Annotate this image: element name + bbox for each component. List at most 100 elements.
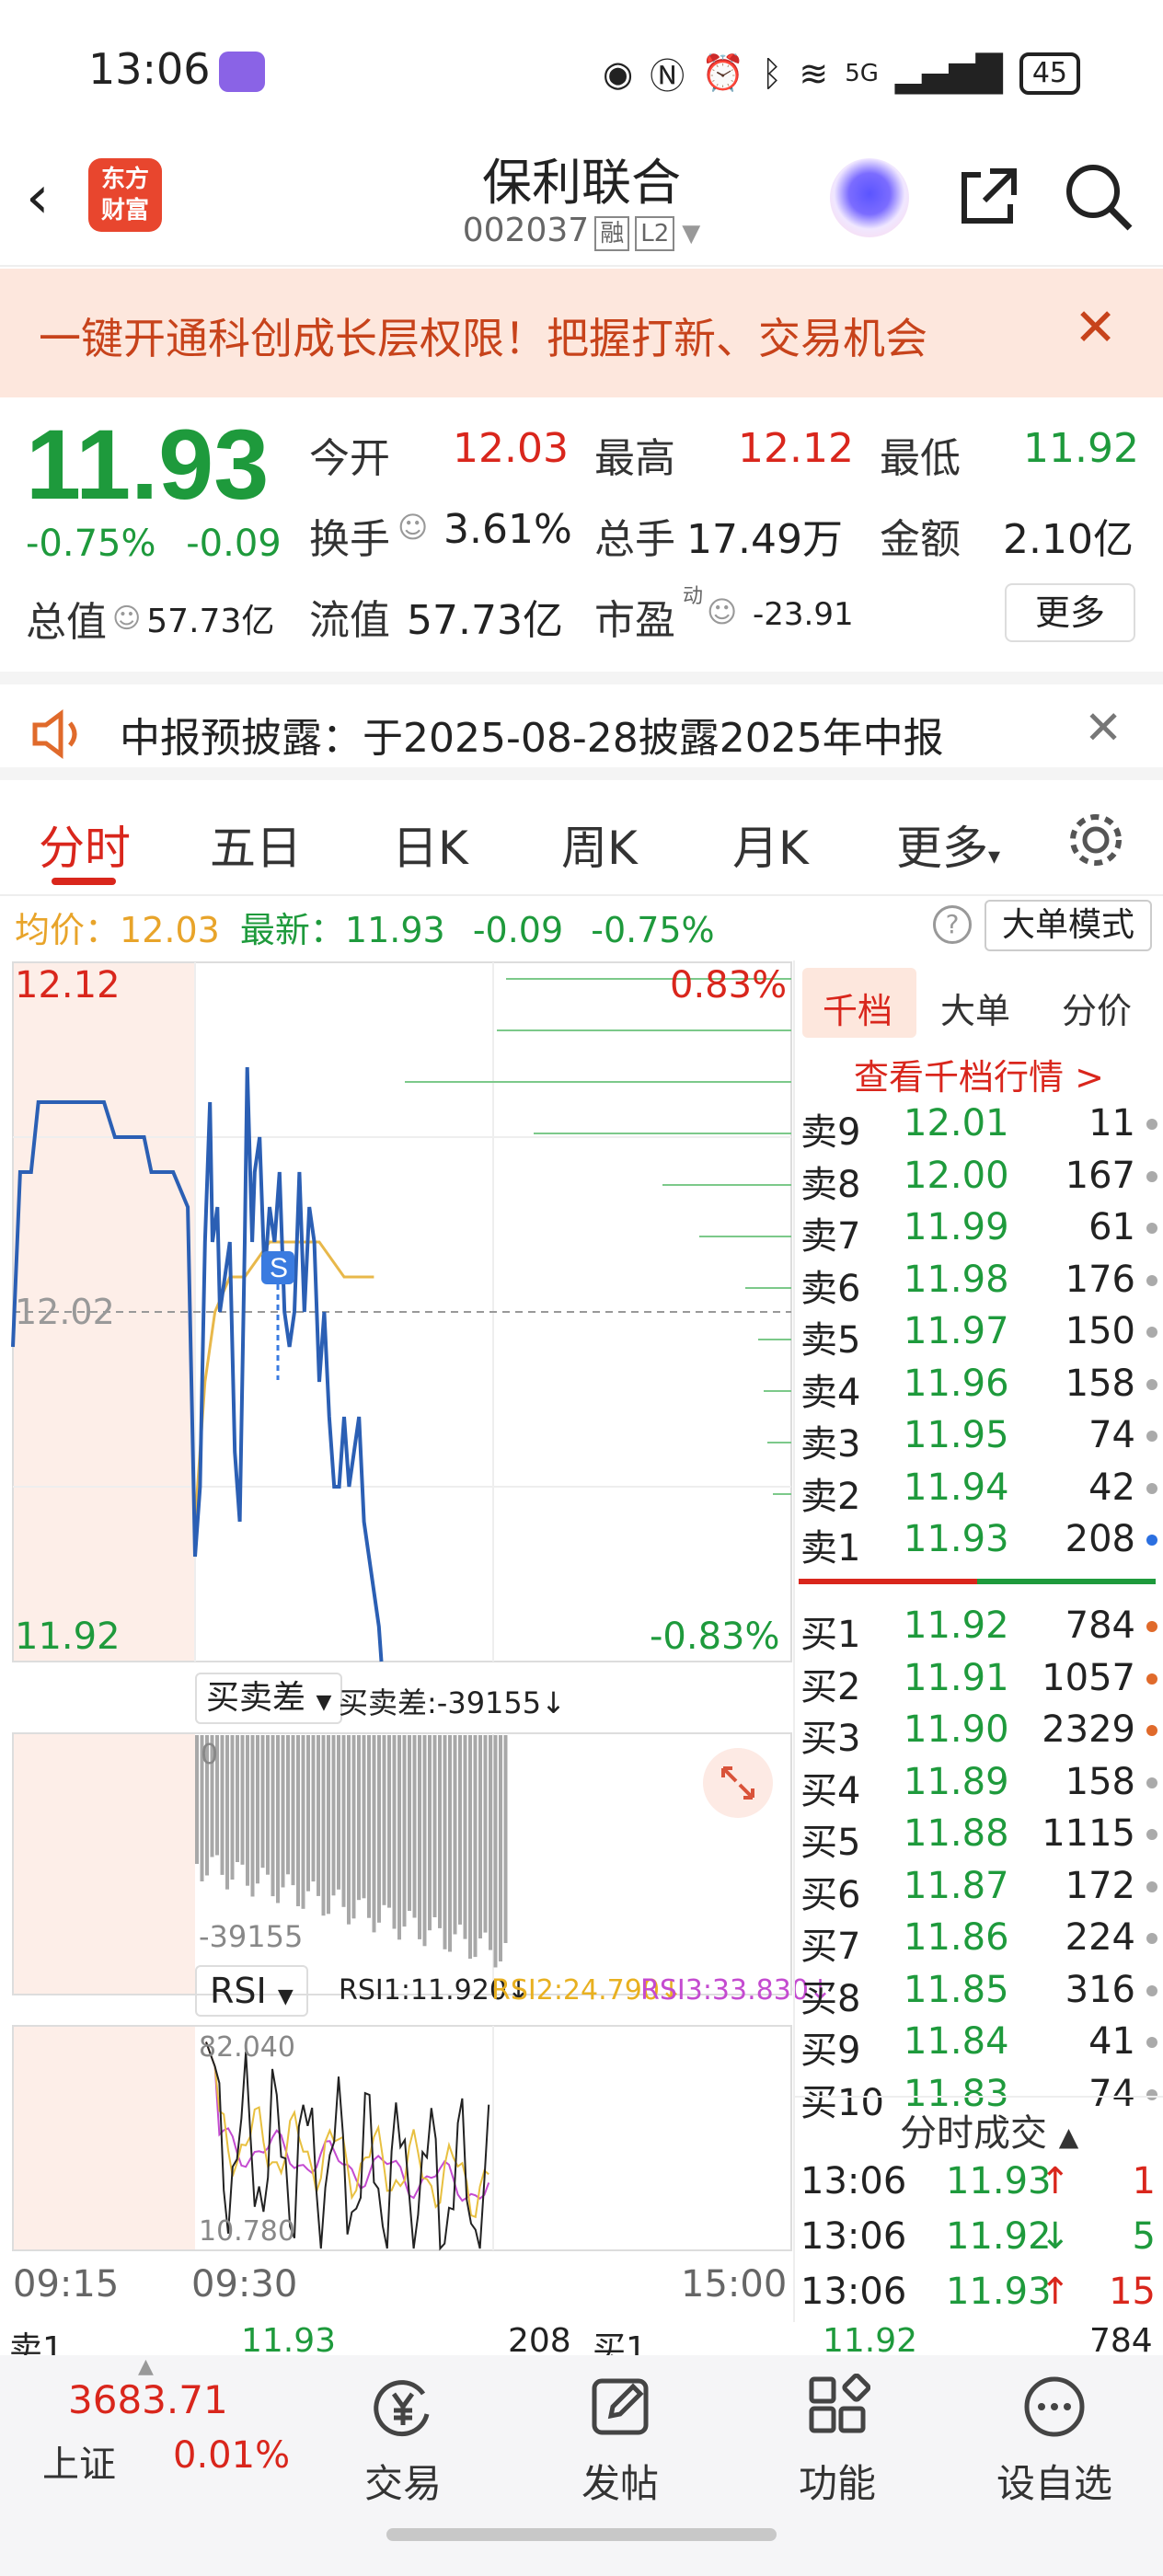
trades-header[interactable]: 分时成交 ▲ [900, 2103, 1078, 2156]
pe-value: -23.91 [753, 596, 854, 633]
bid-row[interactable]: 买8 11.85 316 [800, 1969, 1161, 2020]
tab-more[interactable]: 更多▾ [896, 811, 1000, 878]
ask-row[interactable]: 卖8 12.00 167 [800, 1155, 1161, 1206]
banner-text: 一键开通科创成长层权限！把握打新、交易机会 [39, 314, 927, 363]
tab-monthly-k[interactable]: 月K [732, 811, 809, 878]
nav-watchlist-label: 设自选 [996, 2461, 1112, 2506]
active-tab-indicator [52, 878, 116, 885]
current-price: 11.93 [26, 408, 270, 520]
info-icon[interactable]: ☺ [707, 594, 737, 629]
ask-volume: 150 [1065, 1310, 1135, 1352]
diff-bar [468, 1735, 472, 1959]
tab-daily-k[interactable]: 日K [392, 811, 468, 878]
bid-row[interactable]: 买2 11.91 1057 [800, 1657, 1161, 1708]
info-icon[interactable]: ☺ [112, 603, 141, 635]
alarm-icon: ⏰ [701, 52, 745, 93]
ask-level-label: 卖6 [800, 1267, 861, 1310]
bid-row[interactable]: 买7 11.86 224 [800, 1916, 1161, 1968]
gear-icon[interactable] [1065, 810, 1126, 870]
bid-row[interactable]: 买3 11.90 2329 [800, 1708, 1161, 1760]
diff-bar [499, 1735, 502, 1961]
diff-bar [296, 1735, 300, 1906]
ask-row[interactable]: 卖5 11.97 150 [800, 1310, 1161, 1362]
ask-row[interactable]: 卖1 11.93 208 [800, 1518, 1161, 1570]
more-button[interactable]: 更多 [1005, 583, 1135, 642]
diff-bar [351, 1735, 356, 1919]
order-dot-icon [1146, 1829, 1157, 1840]
bid-volume: 2329 [1042, 1708, 1135, 1751]
tab-weekly-k[interactable]: 周K [561, 811, 638, 878]
ask-price: 12.00 [904, 1154, 1009, 1197]
pre-market-shade [13, 1733, 195, 1995]
diff-bar [311, 1735, 316, 1882]
eye-icon: ◉ [603, 52, 634, 94]
caret-down-icon: ▼ [316, 1691, 332, 1714]
nav-watchlist[interactable]: 设自选 [962, 2374, 1146, 2509]
diff-bar [281, 1735, 285, 1888]
ask-price: 11.99 [904, 1206, 1009, 1248]
close-icon[interactable]: ✕ [1084, 701, 1123, 754]
expand-button[interactable] [703, 1748, 773, 1818]
ask-level-label: 卖2 [800, 1475, 861, 1518]
diff-bar [341, 1735, 346, 1907]
rsi-indicator-select[interactable]: RSI ▼ [195, 1965, 308, 2017]
share-icon[interactable] [953, 162, 1023, 232]
diff-bar [236, 1735, 239, 1862]
bid-row[interactable]: 买6 11.87 172 [800, 1865, 1161, 1916]
diff-bar [458, 1735, 462, 1925]
ask-row[interactable]: 卖2 11.94 42 [800, 1466, 1161, 1518]
diff-bar [291, 1735, 295, 1886]
bid-row[interactable]: 买1 11.92 784 [800, 1604, 1161, 1656]
nav-functions[interactable]: 功能 [745, 2373, 929, 2509]
ask-price: 12.01 [904, 1102, 1009, 1144]
side-tab-big-orders[interactable]: 大单 [940, 983, 1010, 1033]
tab-intraday[interactable]: 分时 [39, 811, 131, 878]
side-tab-price-dist[interactable]: 分价 [1062, 983, 1132, 1033]
nfc-icon: Ⓝ [650, 56, 685, 97]
assistant-avatar[interactable] [830, 158, 909, 237]
order-dot-icon [1146, 1984, 1157, 1996]
bid-price: 11.89 [904, 1760, 1009, 1803]
tab-more-label: 更多 [896, 822, 988, 875]
report-notice[interactable]: 中报预披露：于2025-08-28披露2025年中报 ✕ [0, 672, 1163, 780]
nav-trade[interactable]: 交易 [311, 2374, 495, 2509]
status-icons: ◉ Ⓝ ⏰ ᛒ ≋ 5G ▂▄▆█ 45 [603, 48, 1080, 98]
diff-indicator-select[interactable]: 买卖差 ▼ [195, 1673, 343, 1724]
promo-banner[interactable]: 一键开通科创成长层权限！把握打新、交易机会 ✕ [0, 269, 1163, 397]
diff-bar [230, 1735, 235, 1880]
close-icon[interactable]: ✕ [1074, 298, 1117, 358]
ask-row[interactable]: 卖7 11.99 61 [800, 1206, 1161, 1258]
tab-five-day[interactable]: 五日 [210, 811, 302, 878]
bid-level-label: 买9 [800, 2030, 861, 2072]
diff-bar [372, 1735, 376, 1933]
latest-value: 11.93 [344, 910, 445, 950]
ask-row[interactable]: 卖3 11.95 74 [800, 1414, 1161, 1466]
stock-header: ‹ 东方 财富 保利联合 002037 融 L2 ▼ [0, 138, 1163, 267]
bid-volume: 224 [1065, 1916, 1135, 1959]
index-percent: 0.01% [173, 2434, 291, 2477]
side-tab-depth[interactable]: 千档 [823, 983, 892, 1033]
help-icon[interactable]: ? [933, 905, 972, 944]
bid-row[interactable]: 买4 11.89 158 [800, 1761, 1161, 1812]
ask-row[interactable]: 卖9 12.01 11 [800, 1102, 1161, 1154]
view-depth-link[interactable]: 查看千档行情 > [854, 1049, 1104, 1099]
bid-price: 11.88 [904, 1812, 1009, 1855]
bid-row[interactable]: 买5 11.88 1115 [800, 1812, 1161, 1864]
nav-post[interactable]: 发帖 [528, 2374, 712, 2509]
ask-level-label: 卖3 [800, 1423, 861, 1466]
bid-row[interactable]: 买9 11.84 41 [800, 2020, 1161, 2072]
bid-level-label: 买2 [800, 1665, 861, 1708]
bid-volume: 158 [1065, 1760, 1135, 1803]
ask-row[interactable]: 卖4 11.96 158 [800, 1363, 1161, 1414]
depth-lines [405, 978, 791, 1495]
info-icon[interactable]: ☺ [397, 510, 428, 545]
pct-axis-low: -0.83% [650, 1616, 780, 1658]
ask-row[interactable]: 卖6 11.98 176 [800, 1259, 1161, 1310]
diff-bar [483, 1735, 488, 1933]
price-change: -0.75% -0.09 [26, 523, 282, 565]
big-order-mode-button[interactable]: 大单模式 [985, 900, 1152, 951]
stock-code: 002037 [462, 212, 590, 249]
pre-close-label: 12.02 [15, 1292, 115, 1332]
ask-volume: 176 [1065, 1258, 1135, 1301]
search-icon[interactable] [1062, 160, 1135, 234]
